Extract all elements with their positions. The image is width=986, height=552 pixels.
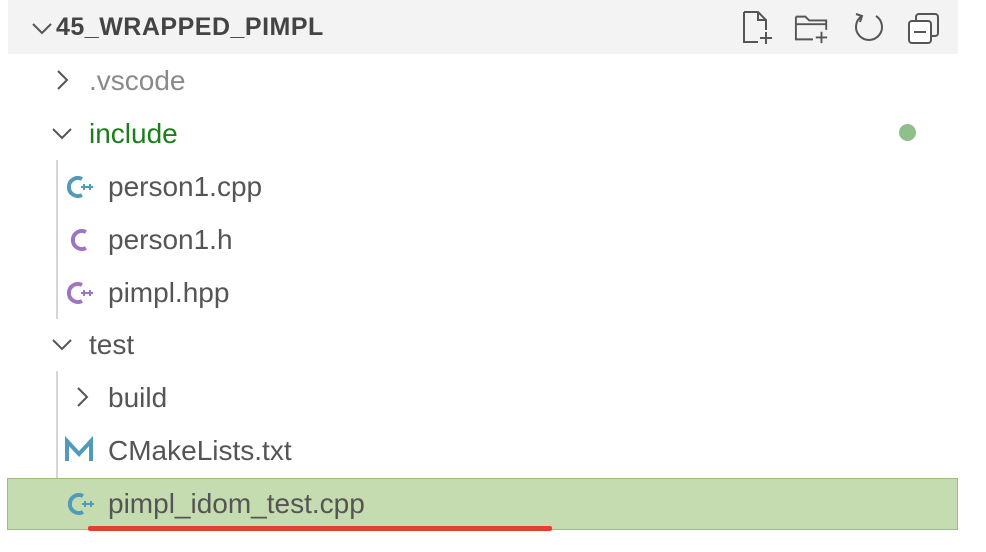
- markdown-file-icon: [64, 436, 94, 466]
- explorer-header[interactable]: 45_WRAPPED_PIMPL: [8, 0, 958, 54]
- cpp-file-icon: [65, 172, 95, 202]
- tree-folder-test[interactable]: test: [0, 318, 986, 371]
- tree-file-pimpl-hpp[interactable]: pimpl.hpp: [0, 266, 986, 319]
- explorer-toolbar: [738, 8, 942, 48]
- tree-folder-include[interactable]: include: [0, 107, 986, 160]
- file-label: CMakeLists.txt: [108, 435, 292, 466]
- folder-label: build: [108, 382, 168, 413]
- tree-file-pimpl-idom-test-cpp[interactable]: pimpl_idom_test.cpp: [7, 478, 958, 530]
- tree-folder-vscode[interactable]: .vscode: [0, 54, 986, 107]
- new-folder-icon[interactable]: [794, 10, 830, 46]
- tree-file-cmakelists[interactable]: CMakeLists.txt: [0, 424, 986, 477]
- chevron-right-icon: [50, 68, 74, 92]
- refresh-icon[interactable]: [850, 10, 886, 46]
- folder-label: .vscode: [89, 65, 186, 96]
- chevron-down-icon: [50, 121, 74, 145]
- folder-label: include: [89, 118, 178, 149]
- c-header-file-icon: [65, 225, 95, 255]
- file-explorer: 45_WRAPPED_PIMPL .vscode include person1…: [0, 0, 986, 552]
- error-underline: [88, 526, 552, 531]
- file-label: person1.cpp: [108, 171, 263, 202]
- tree-file-person1-h[interactable]: person1.h: [0, 213, 986, 266]
- file-label: pimpl_idom_test.cpp: [108, 488, 365, 519]
- cpp-header-file-icon: [65, 278, 95, 308]
- chevron-right-icon: [70, 385, 94, 409]
- cpp-file-icon: [66, 489, 96, 519]
- new-file-icon[interactable]: [738, 10, 774, 46]
- chevron-down-icon: [50, 332, 74, 356]
- chevron-down-icon[interactable]: [30, 16, 54, 40]
- workspace-title: 45_WRAPPED_PIMPL: [56, 13, 324, 41]
- tree-folder-build[interactable]: build: [0, 371, 986, 424]
- collapse-all-icon[interactable]: [906, 10, 942, 46]
- folder-label: test: [89, 329, 135, 360]
- modified-indicator-icon: [899, 124, 916, 141]
- file-label: pimpl.hpp: [108, 277, 230, 308]
- file-label: person1.h: [108, 224, 233, 255]
- tree-file-person1-cpp[interactable]: person1.cpp: [0, 160, 986, 213]
